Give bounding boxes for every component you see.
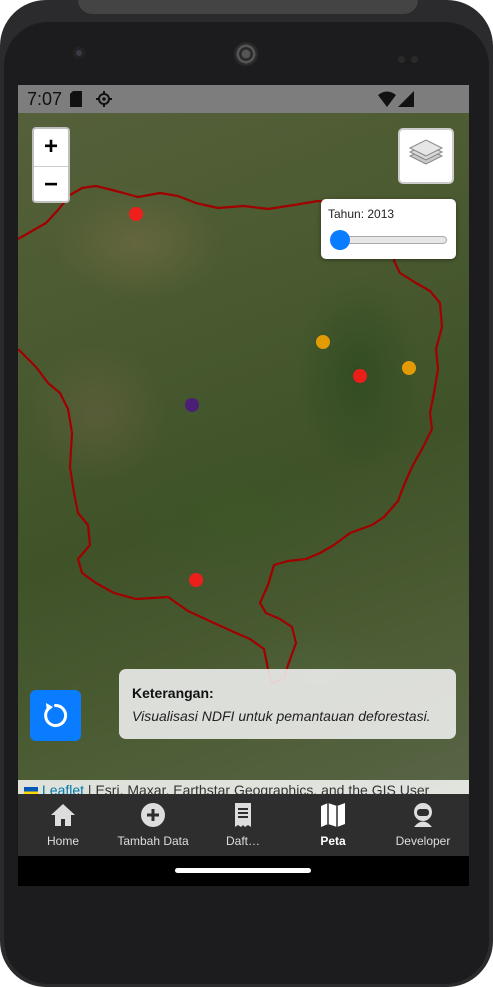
ndfi-marker-red <box>129 207 143 221</box>
tab-tambah-data[interactable]: Tambah Data <box>108 794 198 856</box>
map-attribution: Leaflet | Esri, Maxar, Earthstar Geograp… <box>18 780 469 795</box>
tab-label: Tambah Data <box>117 834 189 848</box>
cell-signal-icon <box>398 91 414 107</box>
ndfi-marker-red <box>353 369 367 383</box>
status-time: 7:07 <box>27 89 63 109</box>
ndfi-marker-orange <box>316 335 330 349</box>
plus-circle-icon <box>141 803 165 827</box>
gear-icon <box>96 91 112 107</box>
zoom-out-button[interactable]: − <box>34 167 68 204</box>
zoom-in-button[interactable]: + <box>34 129 68 167</box>
tab-label: Developer <box>395 834 451 848</box>
ndfi-marker-orange <box>402 361 416 375</box>
tab-daftar[interactable]: Daft… <box>198 794 288 856</box>
zoom-control: + − <box>32 127 70 203</box>
front-camera <box>73 47 85 59</box>
home-icon <box>51 804 75 826</box>
tab-label: Daft… <box>225 834 260 848</box>
wifi-icon <box>378 91 396 107</box>
legend-description: Visualisasi NDFI untuk pemantauan defore… <box>132 708 431 724</box>
refresh-button[interactable] <box>30 690 81 741</box>
legend-title: Keterangan: <box>132 685 214 701</box>
year-label: Tahun: 2013 <box>328 207 395 221</box>
tab-label: Peta <box>320 834 346 848</box>
year-slider-control: Tahun: 2013 <box>321 199 456 259</box>
tab-home[interactable]: Home <box>18 794 108 856</box>
legend-panel: Keterangan: Visualisasi NDFI untuk peman… <box>119 669 456 739</box>
system-nav-bar <box>18 856 469 886</box>
year-slider-thumb[interactable] <box>330 230 350 250</box>
map-view[interactable]: + − Tahun: 2013 Keterangan: Visualisasi … <box>18 113 469 795</box>
sd-card-icon <box>70 91 82 107</box>
tab-label: Home <box>46 834 79 848</box>
receipt-icon <box>235 803 251 827</box>
astronaut-icon <box>414 803 432 827</box>
layers-icon <box>408 139 444 165</box>
proximity-sensors <box>398 50 428 63</box>
tab-developer[interactable]: Developer <box>378 794 468 856</box>
status-bar: 7:07 <box>18 85 469 113</box>
ndfi-marker-red <box>189 573 203 587</box>
year-slider-track[interactable] <box>335 236 447 244</box>
map-icon <box>321 803 345 827</box>
home-gesture-pill[interactable] <box>175 868 311 873</box>
refresh-icon <box>44 703 68 727</box>
ndfi-marker-purple <box>185 398 199 412</box>
earpiece-speaker <box>234 42 258 66</box>
phone-frame: 7:07 + − Tahun: 2013 Keterangan: Visuali… <box>0 0 493 987</box>
screen: 7:07 + − Tahun: 2013 Keterangan: Visuali… <box>18 85 469 886</box>
tab-peta[interactable]: Peta <box>288 794 378 856</box>
phone-top-edge <box>78 0 418 14</box>
bottom-tab-bar: Home Tambah Data Daft… Peta Developer <box>18 794 469 856</box>
layers-button[interactable] <box>398 128 454 184</box>
